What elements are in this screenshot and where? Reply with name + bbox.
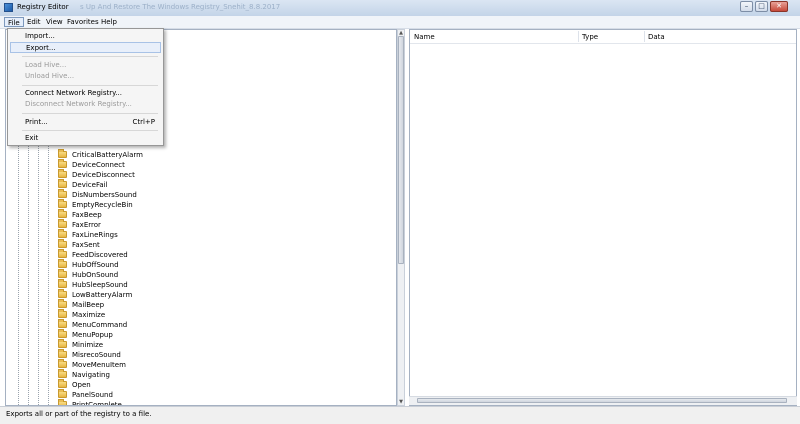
menu-view[interactable]: View	[43, 17, 66, 27]
tree-item-label: Maximize	[72, 311, 106, 319]
maximize-button[interactable]: □	[755, 1, 768, 12]
minimize-button[interactable]: –	[740, 1, 753, 12]
menu-item-label: Load Hive...	[25, 61, 67, 69]
folder-icon	[58, 199, 67, 208]
folder-icon	[58, 159, 67, 168]
folder-icon	[58, 389, 67, 398]
column-divider[interactable]	[578, 31, 579, 42]
tree-item-label: EmptyRecycleBin	[72, 201, 133, 209]
tree-item-label: MailBeep	[72, 301, 105, 309]
column-name-header[interactable]: Name	[414, 33, 435, 41]
file-menu-dropdown: Import... Export... Load Hive... Unload …	[7, 28, 164, 146]
title-bar: Registry Editor s Up And Restore The Win…	[0, 0, 800, 16]
folder-icon	[58, 379, 67, 388]
folder-icon	[58, 259, 67, 268]
folder-icon	[58, 179, 67, 188]
status-bar: Exports all or part of the registry to a…	[0, 406, 800, 424]
tree-item-label: FaxLineRings	[72, 231, 118, 239]
menu-favorites[interactable]: Favorites	[64, 17, 102, 27]
tree-item-label: FaxError	[72, 221, 101, 229]
values-scroll-thumb[interactable]	[417, 398, 787, 403]
menu-separator	[22, 56, 158, 57]
folder-icon	[58, 169, 67, 178]
folder-icon	[58, 359, 67, 368]
menu-edit[interactable]: Edit	[24, 17, 44, 27]
background-window-title: s Up And Restore The Windows Registry_Sn…	[80, 3, 281, 11]
folder-icon	[58, 239, 67, 248]
tree-item-label: MenuPopup	[72, 331, 113, 339]
tree-scroll-thumb[interactable]	[398, 36, 404, 264]
tree-item-label: DeviceFail	[72, 181, 108, 189]
tree-item-label: MoveMenuItem	[72, 361, 126, 369]
folder-icon	[58, 309, 67, 318]
window-title: Registry Editor	[17, 3, 69, 11]
status-text: Exports all or part of the registry to a…	[6, 410, 152, 418]
column-divider[interactable]	[644, 31, 645, 42]
values-horizontal-scrollbar[interactable]	[409, 396, 797, 405]
menu-item-print[interactable]: Print... Ctrl+P	[10, 117, 161, 128]
tree-item-label: Minimize	[72, 341, 104, 349]
tree-vertical-scrollbar[interactable]: ▲ ▼	[397, 29, 405, 406]
tree-item-label: FaxSent	[72, 241, 100, 249]
menu-item-label: Unload Hive...	[25, 72, 75, 80]
tree-item-label: DisNumbersSound	[72, 191, 137, 199]
registry-editor-icon	[4, 3, 13, 12]
menu-item-load-hive: Load Hive...	[10, 60, 161, 71]
close-button[interactable]: ✕	[770, 1, 788, 12]
menu-file[interactable]: File	[4, 17, 24, 27]
folder-icon	[58, 319, 67, 328]
tree-item-label: HubSleepSound	[72, 281, 128, 289]
scroll-down-arrow-icon[interactable]: ▼	[398, 399, 404, 405]
folder-icon	[58, 189, 67, 198]
folder-icon	[58, 329, 67, 338]
tree-item-label: LowBatteryAlarm	[72, 291, 133, 299]
menu-item-exit[interactable]: Exit	[10, 133, 161, 144]
tree-item-label: Navigating	[72, 371, 110, 379]
menu-item-label: Disconnect Network Registry...	[25, 100, 132, 108]
values-column-header: Name Type Data	[410, 30, 796, 44]
folder-icon	[58, 149, 67, 158]
folder-icon	[58, 349, 67, 358]
folder-icon	[58, 269, 67, 278]
menu-item-disconnect-network-registry: Disconnect Network Registry...	[10, 99, 161, 110]
folder-icon	[58, 279, 67, 288]
tree-item-label: Open	[72, 381, 91, 389]
tree-item-label: DeviceDisconnect	[72, 171, 135, 179]
menu-item-label: Print...	[25, 118, 48, 126]
folder-icon	[58, 299, 67, 308]
tree-item-label: CriticalBatteryAlarm	[72, 151, 143, 159]
folder-icon	[58, 249, 67, 258]
menu-item-label: Export...	[26, 44, 56, 52]
menu-separator	[22, 130, 158, 131]
menu-item-shortcut: Ctrl+P	[132, 118, 155, 126]
menu-item-connect-network-registry[interactable]: Connect Network Registry...	[10, 88, 161, 99]
column-type-header[interactable]: Type	[582, 33, 598, 41]
folder-icon	[58, 219, 67, 228]
menu-item-unload-hive: Unload Hive...	[10, 71, 161, 82]
values-pane[interactable]: Name Type Data	[409, 29, 797, 406]
menu-item-import[interactable]: Import...	[10, 31, 161, 42]
folder-icon	[58, 229, 67, 238]
menu-item-label: Exit	[25, 134, 39, 142]
menu-item-label: Connect Network Registry...	[25, 89, 122, 97]
folder-icon	[58, 289, 67, 298]
tree-item-label: FaxBeep	[72, 211, 102, 219]
tree-item-label: FeedDiscovered	[72, 251, 128, 259]
folder-icon	[58, 369, 67, 378]
menu-separator	[22, 85, 158, 86]
menu-separator	[22, 113, 158, 114]
column-data-header[interactable]: Data	[648, 33, 665, 41]
folder-icon	[58, 339, 67, 348]
menu-item-label: Import...	[25, 32, 55, 40]
tree-item-label: HubOnSound	[72, 271, 119, 279]
tree-item-label: DeviceConnect	[72, 161, 125, 169]
tree-item-label: HubOffSound	[72, 261, 119, 269]
tree-item-label: MisrecoSound	[72, 351, 121, 359]
tree-item-label: MenuCommand	[72, 321, 128, 329]
menu-help[interactable]: Help	[98, 17, 120, 27]
menu-item-export[interactable]: Export...	[10, 42, 161, 53]
tree-item-label: PanelSound	[72, 391, 113, 399]
folder-icon	[58, 209, 67, 218]
